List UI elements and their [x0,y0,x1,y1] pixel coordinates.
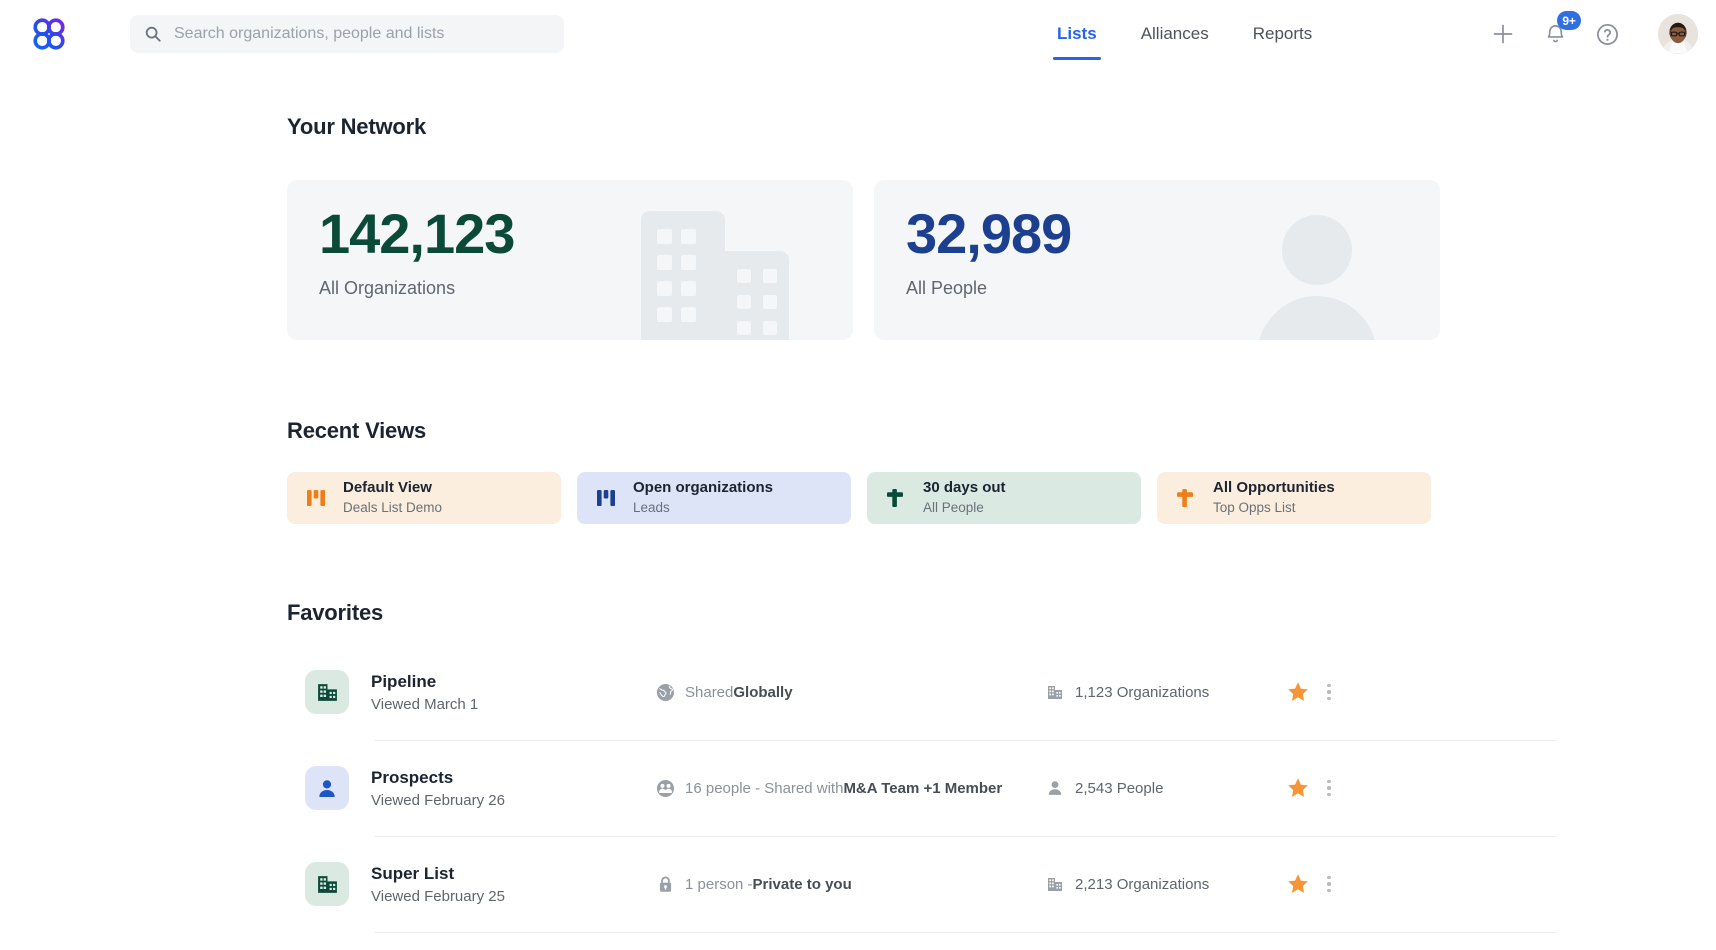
favorite-share-scope: Private to you [752,875,852,893]
lock-icon [656,875,675,894]
favorite-sharing-status: 1 person - Private to you [656,875,1046,894]
nav-tab-alliances[interactable]: Alliances [1119,0,1231,68]
globe-icon [656,683,675,702]
favorite-share-text: Shared [685,683,734,701]
recent-view-card-30-days-out[interactable]: 30 days out All People [867,472,1141,524]
favorite-row-super-list[interactable]: Super List Viewed February 25 1 person -… [287,836,1716,932]
affinity-clover-logo[interactable] [28,13,70,55]
star-filled-icon[interactable] [1286,680,1310,704]
kebab-menu-icon[interactable] [1320,873,1338,895]
favorite-share-text: 1 person - [685,875,753,893]
kanban-board-icon [595,487,617,509]
organization-small-icon [1046,683,1064,701]
favorite-sharing-status: 16 people - Shared with M&A Team +1 Memb… [656,779,1046,798]
recent-view-card-open-organizations[interactable]: Open organizations Leads [577,472,851,524]
favorite-name: Pipeline [371,671,437,691]
stat-people-value: 32,989 [906,202,1072,265]
stat-people-label: All People [906,278,988,298]
favorite-viewed-date: Viewed February 25 [371,888,505,906]
recent-view-title: All Opportunities [1213,479,1335,497]
recent-view-subtitle: Deals List Demo [343,499,443,515]
favorite-row-pipeline[interactable]: Pipeline Viewed March 1 Shared Globally [287,644,1716,740]
page-content: Your Network 142,123 All Organizations 3… [0,68,1716,940]
search-input[interactable] [174,25,550,43]
favorite-count-text: 2,213 Organizations [1075,875,1210,893]
organization-icon [305,670,349,714]
kanban-rotated-icon [885,487,907,509]
recent-view-card-all-opportunities[interactable]: All Opportunities Top Opps List [1157,472,1431,524]
star-filled-icon[interactable] [1286,776,1310,800]
search-icon [144,25,162,43]
recent-view-subtitle: Top Opps List [1213,499,1296,515]
nav-tab-lists[interactable]: Lists [1035,0,1119,68]
recent-view-title: Open organizations [633,479,774,497]
favorite-viewed-date: Viewed February 26 [371,792,505,810]
people-group-icon [656,779,675,798]
favorite-row-prospects[interactable]: Prospects Viewed February 26 16 people -… [287,740,1716,836]
kanban-board-icon [305,487,327,509]
person-icon [305,766,349,810]
top-navigation-bar: Lists Alliances Reports 9+ [0,0,1716,68]
organization-icon [305,862,349,906]
header-actions: 9+ [1488,0,1698,68]
favorite-share-text: 16 people - Shared with [685,779,844,797]
kebab-menu-icon[interactable] [1320,777,1338,799]
kebab-menu-icon[interactable] [1320,681,1338,703]
building-illustration-icon [631,193,801,340]
notifications-badge: 9+ [1557,11,1581,30]
nav-tab-alliances-label: Alliances [1140,24,1209,43]
help-button[interactable] [1592,19,1622,49]
favorites-list: Pipeline Viewed March 1 Shared Globally [287,644,1716,940]
organization-small-icon [1046,875,1064,893]
person-small-icon [1046,779,1064,797]
favorite-name: Prospects [371,767,454,787]
recent-view-subtitle: All People [923,499,984,515]
nav-tab-reports[interactable]: Reports [1231,0,1335,68]
your-network-title: Your Network [287,114,426,139]
kanban-rotated-icon [1175,487,1197,509]
notifications-button[interactable]: 9+ [1540,11,1581,49]
favorite-entity-count: 2,213 Organizations [1046,875,1276,893]
add-button[interactable] [1488,19,1518,49]
recent-views-title: Recent Views [287,418,427,443]
recent-view-title: Default View [343,479,432,497]
search-bar[interactable] [130,15,564,53]
user-avatar[interactable] [1658,14,1698,54]
favorite-share-scope: Globally [733,683,793,701]
stat-card-organizations[interactable]: 142,123 All Organizations [287,180,853,340]
favorite-share-scope: M&A Team +1 Member [843,779,1003,797]
favorite-entity-count: 1,123 Organizations [1046,683,1276,701]
recent-view-subtitle: Leads [633,499,670,515]
recent-view-title: 30 days out [923,479,1006,497]
stat-card-people[interactable]: 32,989 All People [874,180,1440,340]
main-nav: Lists Alliances Reports [1035,0,1334,68]
nav-tab-lists-label: Lists [1057,24,1097,43]
star-filled-icon[interactable] [1286,872,1310,896]
favorite-sharing-status: Shared Globally [656,683,1046,702]
favorite-count-text: 2,543 People [1075,779,1164,797]
favorites-title: Favorites [287,600,384,625]
stat-organizations-label: All Organizations [319,278,456,298]
favorites-bottom-divider [287,932,1716,940]
favorite-entity-count: 2,543 People [1046,779,1276,797]
recent-view-card-default-view[interactable]: Default View Deals List Demo [287,472,561,524]
recent-views-list: Default View Deals List Demo Open organi… [287,472,1716,524]
nav-tab-reports-label: Reports [1252,24,1313,43]
network-stat-cards: 142,123 All Organizations 32,989 All Peo… [287,180,1716,340]
stat-organizations-value: 142,123 [319,202,515,265]
favorite-name: Super List [371,863,455,883]
person-illustration-icon [1242,200,1392,340]
favorite-viewed-date: Viewed March 1 [371,696,479,714]
favorite-count-text: 1,123 Organizations [1075,683,1210,701]
